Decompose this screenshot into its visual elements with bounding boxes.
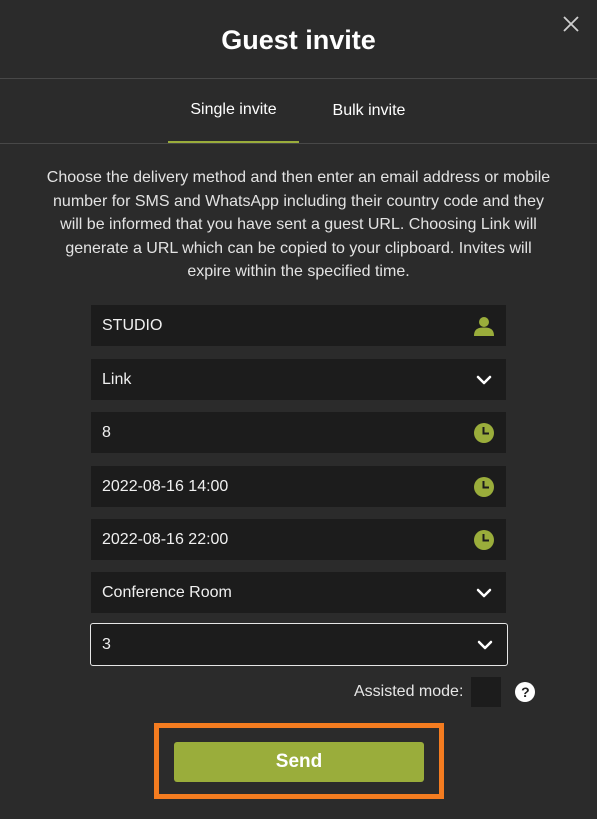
expiry-hours-value: 8 [102, 423, 111, 441]
end-time-value: 2022-08-16 22:00 [102, 530, 229, 548]
chevron-down-icon [474, 634, 496, 656]
clock-icon [473, 476, 495, 498]
help-icon[interactable]: ? [515, 682, 536, 702]
tab-single-invite[interactable]: Single invite [168, 79, 299, 143]
person-icon [473, 315, 495, 337]
assisted-mode-checkbox[interactable] [471, 677, 502, 707]
delivery-method-value: Link [102, 370, 132, 388]
dialog-title: Guest invite [221, 24, 376, 55]
tab-bar: Single invite Bulk invite [0, 79, 597, 144]
name-field[interactable]: STUDIO [91, 305, 506, 346]
dialog-header: Guest invite [0, 0, 597, 79]
name-value: STUDIO [102, 316, 163, 334]
count-value: 3 [102, 635, 111, 653]
start-time-value: 2022-08-16 14:00 [102, 477, 229, 495]
assisted-mode-label: Assisted mode: [354, 683, 464, 700]
count-select[interactable]: 3 [90, 623, 508, 666]
clock-icon [473, 422, 495, 444]
location-select[interactable]: Conference Room [91, 572, 506, 613]
end-time-field[interactable]: 2022-08-16 22:00 [91, 519, 506, 560]
chevron-down-icon [473, 369, 495, 391]
tab-bulk-invite[interactable]: Bulk invite [316, 79, 422, 143]
delivery-method-select[interactable]: Link [91, 359, 506, 400]
clock-icon [473, 529, 495, 551]
expiry-hours-field[interactable]: 8 [91, 412, 506, 453]
start-time-field[interactable]: 2022-08-16 14:00 [91, 466, 506, 507]
send-button[interactable]: Send [174, 742, 424, 782]
description-text: Choose the delivery method and then ente… [46, 169, 551, 280]
location-value: Conference Room [102, 583, 232, 601]
close-icon[interactable] [559, 12, 583, 36]
assisted-mode-row: Assisted mode: ? [354, 677, 536, 707]
chevron-down-icon [473, 582, 495, 604]
